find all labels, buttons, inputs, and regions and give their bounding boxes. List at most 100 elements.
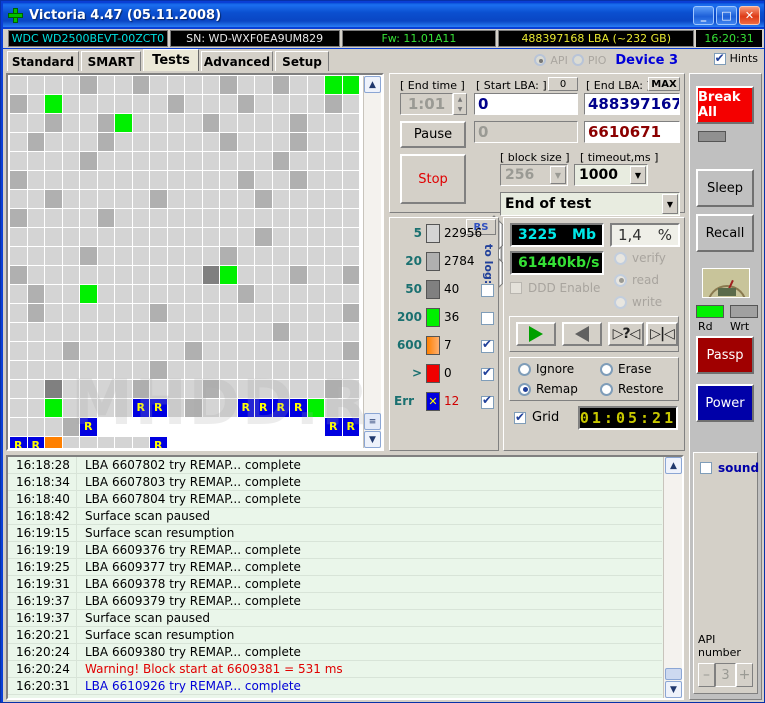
to-log-check-over[interactable] <box>481 365 494 381</box>
surface-map-scrollbar[interactable]: ▲ ≡ ▼ <box>363 76 381 448</box>
radio-read-dot[interactable] <box>614 273 627 287</box>
tab-smart[interactable]: SMART <box>81 51 141 71</box>
surface-map-cell <box>272 76 289 94</box>
end-lba-max-button[interactable]: MAX <box>648 77 680 91</box>
radio-pio[interactable] <box>571 54 584 66</box>
radio-ignore-label: Ignore <box>536 362 575 376</box>
tab-setup[interactable]: Setup <box>275 51 329 71</box>
ddd-enable-checkbox[interactable] <box>510 282 522 294</box>
grid-toggle[interactable]: Grid <box>514 410 559 425</box>
hints-checkbox[interactable] <box>713 51 726 65</box>
radio-erase-dot[interactable] <box>600 362 613 376</box>
surface-map-cell <box>115 418 132 436</box>
surface-map-cell <box>27 76 44 94</box>
tab-standard[interactable]: Standard <box>7 51 79 71</box>
radio-verify[interactable]: verify <box>614 251 666 265</box>
power-button[interactable]: Power <box>696 384 754 422</box>
radio-write[interactable]: write <box>614 295 662 309</box>
tab-tests[interactable]: Tests <box>143 49 199 71</box>
chevron-down-icon[interactable]: ▼ <box>550 166 566 184</box>
surface-map-panel[interactable]: RRRRRRRRRRRR MHDD.RU ▲ ≡ ▼ <box>6 73 384 451</box>
hints-toggle[interactable]: Hints <box>713 51 758 65</box>
surface-map-cell <box>10 380 27 398</box>
start-lba-zero-button[interactable]: 0 <box>548 77 578 91</box>
surface-map-cell <box>10 190 27 208</box>
surface-map[interactable]: RRRRRRRRRRRR MHDD.RU <box>9 76 365 448</box>
log-timestamp: 16:19:31 <box>16 577 70 591</box>
sound-checkbox[interactable] <box>700 462 712 474</box>
end-time-stepper[interactable]: ▲ ▼ <box>453 93 467 115</box>
surface-map-cell <box>220 361 237 379</box>
random-seek-button[interactable]: ▷?◁ <box>608 322 644 346</box>
end-action-select[interactable]: End of test ▼ <box>500 192 680 216</box>
radio-write-dot[interactable] <box>614 295 627 309</box>
passport-button[interactable]: Passp <box>696 336 754 374</box>
surface-map-cell <box>325 114 342 132</box>
timeout-select[interactable]: 1000 ▼ <box>574 164 648 186</box>
write-led <box>730 305 758 318</box>
to-log-check-err[interactable] <box>481 393 494 409</box>
scroll-up-icon[interactable]: ▲ <box>364 76 381 93</box>
legend-count-20: 2784 <box>444 254 475 268</box>
ddd-enable-row[interactable]: DDD Enable <box>510 281 600 295</box>
radio-api[interactable] <box>534 54 547 66</box>
break-all-button[interactable]: Break All <box>696 86 754 124</box>
tab-advanced[interactable]: Advanced <box>201 51 273 71</box>
radio-erase[interactable]: Erase <box>600 362 652 376</box>
scrollbar-thumb[interactable]: ≡ <box>364 413 381 430</box>
block-size-select[interactable]: 256 ▼ <box>500 164 568 186</box>
legend-threshold-20: 20 <box>405 254 422 268</box>
pause-button[interactable]: Pause <box>400 121 466 148</box>
legend-threshold-50: 50 <box>405 282 422 296</box>
api-increment-button[interactable]: + <box>736 663 753 687</box>
log-scrollbar-thumb[interactable] <box>665 668 682 680</box>
surface-map-cell <box>132 114 149 132</box>
log-scrollbar[interactable]: ▲ ▼ <box>663 457 682 698</box>
api-number-stepper[interactable]: – 3 + <box>698 663 753 687</box>
to-log-check-50[interactable] <box>481 284 494 297</box>
log-scroll-up-icon[interactable]: ▲ <box>665 457 682 474</box>
radio-read[interactable]: read <box>614 273 659 287</box>
butterfly-seek-button[interactable]: ▷|◁ <box>646 322 678 346</box>
radio-verify-dot[interactable] <box>614 251 627 265</box>
stop-button[interactable]: Stop <box>400 154 466 204</box>
to-log-check-200[interactable] <box>481 312 494 325</box>
api-decrement-button[interactable]: – <box>698 663 715 687</box>
log-scroll-down-icon[interactable]: ▼ <box>665 681 682 698</box>
log-panel[interactable]: 16:18:28 LBA 6607802 try REMAP... complet… <box>6 455 684 700</box>
radio-ignore-dot[interactable] <box>518 362 531 376</box>
sleep-button[interactable]: Sleep <box>696 169 754 207</box>
to-log-check-600[interactable] <box>481 337 494 353</box>
grid-checkbox[interactable] <box>514 410 526 424</box>
chevron-down-icon[interactable]: ▼ <box>662 194 678 214</box>
radio-ignore[interactable]: Ignore <box>518 362 574 376</box>
surface-map-cell <box>167 228 184 246</box>
close-button[interactable]: ✕ <box>739 5 760 25</box>
surface-map-cell: R <box>132 399 149 417</box>
surface-map-cell <box>45 266 62 284</box>
radio-restore[interactable]: Restore <box>600 382 664 396</box>
surface-map-cell <box>220 228 237 246</box>
surface-map-cell <box>307 361 324 379</box>
surface-map-cell <box>290 247 307 265</box>
minimize-button[interactable]: _ <box>693 5 714 25</box>
start-lba-input[interactable]: 0 <box>474 93 578 115</box>
radio-restore-dot[interactable] <box>600 382 613 396</box>
chevron-down-icon[interactable]: ▼ <box>630 166 646 184</box>
radio-remap-dot[interactable] <box>518 382 531 396</box>
recall-button[interactable]: Recall <box>696 214 754 252</box>
surface-map-cells[interactable]: RRRRRRRRRRRR <box>9 76 365 448</box>
maximize-button[interactable]: □ <box>716 5 737 25</box>
end-lba-input[interactable]: 488397167 <box>584 93 680 115</box>
scroll-down-icon[interactable]: ▼ <box>364 431 381 448</box>
surface-map-cell <box>167 95 184 113</box>
start-backward-button[interactable] <box>562 322 602 346</box>
start-forward-button[interactable] <box>516 322 556 346</box>
surface-map-cell <box>167 209 184 227</box>
surface-map-cell <box>237 361 254 379</box>
surface-map-cell <box>62 133 79 151</box>
surface-map-cell <box>325 399 342 417</box>
sound-toggle[interactable]: sound <box>700 461 759 475</box>
surface-map-cell <box>342 380 359 398</box>
radio-remap[interactable]: Remap <box>518 382 578 396</box>
